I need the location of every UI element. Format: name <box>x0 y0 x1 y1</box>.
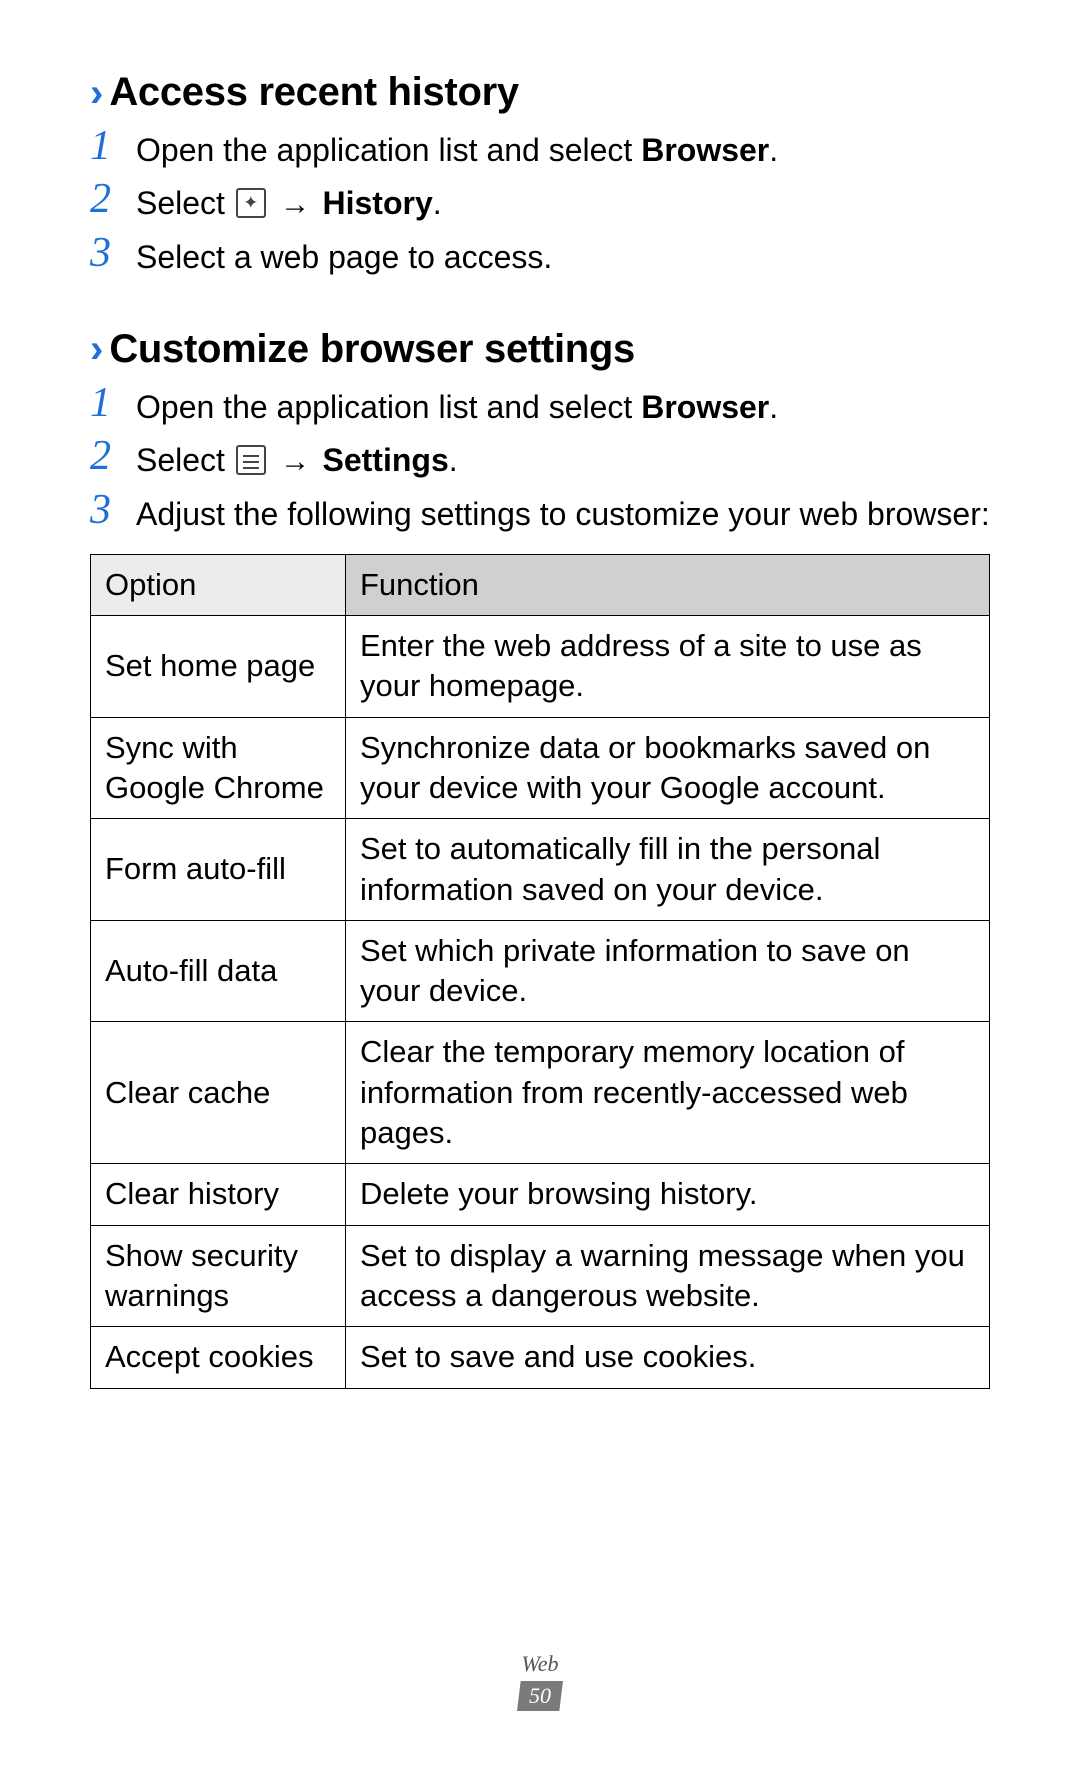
bookmark-icon <box>236 188 266 218</box>
step-row: 2 Select → History. <box>90 176 990 226</box>
step-number: 2 <box>90 176 136 222</box>
step-number: 1 <box>90 380 136 426</box>
section-heading-customize: › Customize browser settings <box>90 327 990 372</box>
step-text: Open the application list and select <box>136 132 641 168</box>
step-bold: Browser <box>641 389 769 425</box>
step-text: Adjust the following settings to customi… <box>136 496 990 532</box>
step-text: Select <box>136 185 234 221</box>
step-number: 3 <box>90 487 136 533</box>
step-number: 2 <box>90 433 136 479</box>
menu-icon <box>236 445 266 475</box>
step-row: 3 Adjust the following settings to custo… <box>90 487 990 536</box>
cell-option: Form auto-fill <box>91 819 346 921</box>
cell-function: Delete your browsing history. <box>346 1164 990 1225</box>
step-text: Select a web page to access. <box>136 239 552 275</box>
step-row: 3 Select a web page to access. <box>90 230 990 279</box>
col-option: Option <box>91 554 346 615</box>
step-text: Select <box>136 442 234 478</box>
cell-option: Clear history <box>91 1164 346 1225</box>
cell-function: Enter the web address of a site to use a… <box>346 616 990 718</box>
chevron-icon: › <box>90 329 103 369</box>
cell-function: Set to save and use cookies. <box>346 1327 990 1388</box>
step-row: 1 Open the application list and select B… <box>90 380 990 429</box>
table-row: Form auto-fillSet to automatically fill … <box>91 819 990 921</box>
step-text: . <box>433 185 442 221</box>
cell-option: Set home page <box>91 616 346 718</box>
cell-option: Auto-fill data <box>91 920 346 1022</box>
cell-option: Accept cookies <box>91 1327 346 1388</box>
step-text: . <box>769 389 778 425</box>
step-body: Select a web page to access. <box>136 230 552 279</box>
step-number: 1 <box>90 123 136 169</box>
arrow-icon: → <box>272 445 319 478</box>
step-text: . <box>449 442 458 478</box>
arrow-icon: → <box>272 188 319 221</box>
chevron-icon: › <box>90 73 103 113</box>
step-text: . <box>769 132 778 168</box>
cell-function: Clear the temporary memory location of i… <box>346 1022 990 1164</box>
cell-function: Synchronize data or bookmarks saved on y… <box>346 717 990 819</box>
step-number: 3 <box>90 230 136 276</box>
step-bold: Settings <box>323 442 449 478</box>
table-row: Show security warningsSet to display a w… <box>91 1225 990 1327</box>
footer-section-label: Web <box>0 1651 1080 1677</box>
table-row: Auto-fill dataSet which private informat… <box>91 920 990 1022</box>
cell-function: Set to automatically fill in the persona… <box>346 819 990 921</box>
table-row: Sync with Google ChromeSynchronize data … <box>91 717 990 819</box>
step-row: 2 Select → Settings. <box>90 433 990 483</box>
page-footer: Web 50 <box>0 1651 1080 1711</box>
step-row: 1 Open the application list and select B… <box>90 123 990 172</box>
cell-option: Show security warnings <box>91 1225 346 1327</box>
step-body: Adjust the following settings to customi… <box>136 487 990 536</box>
step-body: Open the application list and select Bro… <box>136 380 778 429</box>
heading-text: Access recent history <box>109 70 518 115</box>
cell-option: Clear cache <box>91 1022 346 1164</box>
table-row: Clear historyDelete your browsing histor… <box>91 1164 990 1225</box>
table-header-row: Option Function <box>91 554 990 615</box>
settings-table: Option Function Set home pageEnter the w… <box>90 554 990 1389</box>
table-row: Clear cacheClear the temporary memory lo… <box>91 1022 990 1164</box>
page-number: 50 <box>517 1681 563 1711</box>
table-row: Set home pageEnter the web address of a … <box>91 616 990 718</box>
step-body: Select → History. <box>136 176 442 226</box>
heading-text: Customize browser settings <box>109 327 635 372</box>
col-function: Function <box>346 554 990 615</box>
step-bold: Browser <box>641 132 769 168</box>
cell-function: Set which private information to save on… <box>346 920 990 1022</box>
cell-function: Set to display a warning message when yo… <box>346 1225 990 1327</box>
step-text: Open the application list and select <box>136 389 641 425</box>
table-row: Accept cookiesSet to save and use cookie… <box>91 1327 990 1388</box>
step-bold: History <box>323 185 433 221</box>
cell-option: Sync with Google Chrome <box>91 717 346 819</box>
section-heading-history: › Access recent history <box>90 70 990 115</box>
step-body: Open the application list and select Bro… <box>136 123 778 172</box>
step-body: Select → Settings. <box>136 433 458 483</box>
manual-page: › Access recent history 1 Open the appli… <box>0 0 1080 1389</box>
